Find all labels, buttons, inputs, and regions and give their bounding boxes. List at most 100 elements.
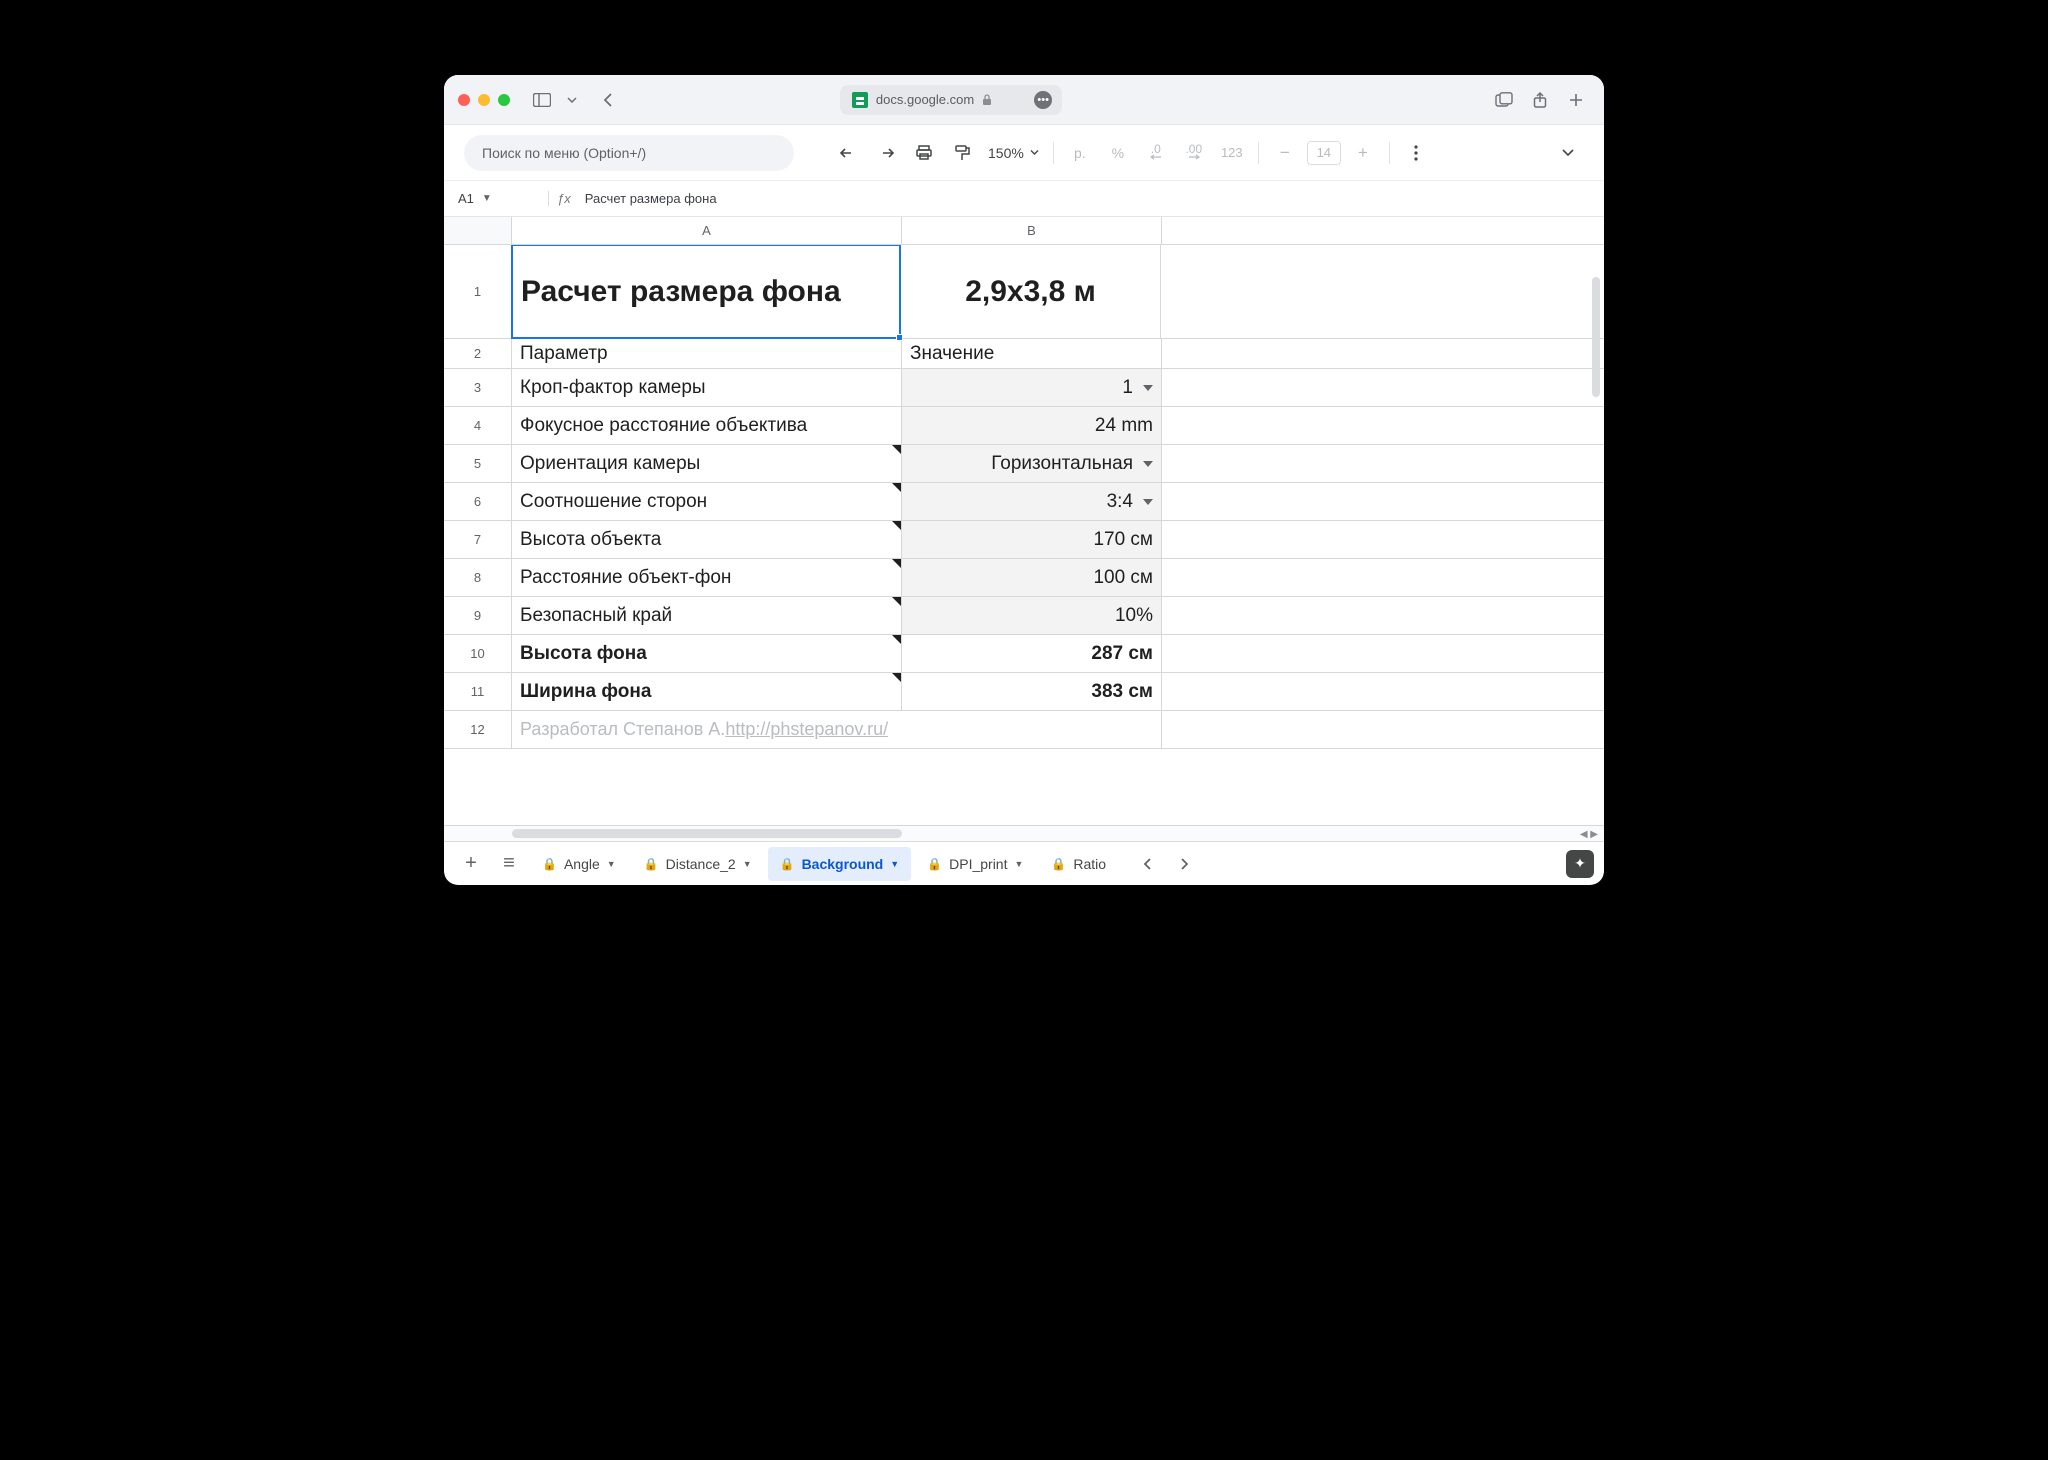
cell-A3[interactable]: Кроп-фактор камеры bbox=[512, 369, 902, 406]
select-all-corner[interactable] bbox=[444, 217, 512, 244]
print-button[interactable] bbox=[908, 137, 940, 169]
cell-B10[interactable]: 287 см bbox=[902, 635, 1162, 672]
row-header[interactable]: 12 bbox=[444, 711, 512, 748]
chevron-down-icon[interactable]: ▼ bbox=[1014, 859, 1023, 869]
new-tab-button[interactable] bbox=[1562, 87, 1590, 113]
sheet-tab-angle[interactable]: 🔒 Angle ▼ bbox=[530, 847, 628, 881]
all-sheets-button[interactable]: ≡ bbox=[492, 847, 526, 881]
column-header-B[interactable]: B bbox=[902, 217, 1162, 244]
cell-A1[interactable]: Расчет размера фона bbox=[511, 245, 901, 339]
row-header[interactable]: 2 bbox=[444, 339, 512, 368]
tabs-overview-icon[interactable] bbox=[1490, 87, 1518, 113]
number-format-button[interactable]: 123 bbox=[1216, 137, 1248, 169]
row-header[interactable]: 1 bbox=[444, 245, 512, 338]
fullscreen-window-button[interactable] bbox=[498, 94, 510, 106]
close-window-button[interactable] bbox=[458, 94, 470, 106]
menu-search[interactable]: Поиск по меню (Option+/) bbox=[464, 135, 794, 171]
cell-B6[interactable]: 3:4 bbox=[902, 483, 1162, 520]
cell-B2[interactable]: Значение bbox=[902, 339, 1162, 368]
cell-A4[interactable]: Фокусное расстояние объектива bbox=[512, 407, 902, 444]
cell-A2[interactable]: Параметр bbox=[512, 339, 902, 368]
chevron-down-icon[interactable]: ▼ bbox=[743, 859, 752, 869]
cell-B4[interactable]: 24 mm bbox=[902, 407, 1162, 444]
increase-decimal-button[interactable]: .00 bbox=[1178, 137, 1210, 169]
vertical-scrollbar[interactable] bbox=[1592, 275, 1602, 807]
row-header[interactable]: 7 bbox=[444, 521, 512, 558]
column-header-A[interactable]: A bbox=[512, 217, 902, 244]
note-indicator-icon[interactable] bbox=[892, 635, 901, 644]
share-icon[interactable] bbox=[1526, 87, 1554, 113]
note-indicator-icon[interactable] bbox=[892, 445, 901, 454]
credit-link[interactable]: http://phstepanov.ru/ bbox=[725, 719, 888, 740]
currency-button[interactable]: р. bbox=[1064, 137, 1096, 169]
percent-button[interactable]: % bbox=[1102, 137, 1134, 169]
chevron-down-icon[interactable]: ▼ bbox=[890, 859, 899, 869]
sheet-tab-background[interactable]: 🔒 Background ▼ bbox=[768, 847, 912, 881]
undo-button[interactable] bbox=[832, 137, 864, 169]
cell-A11[interactable]: Ширина фона bbox=[512, 673, 902, 710]
chevron-down-icon[interactable] bbox=[1143, 385, 1153, 391]
row-header[interactable]: 6 bbox=[444, 483, 512, 520]
sidebar-icon[interactable] bbox=[528, 87, 556, 113]
note-indicator-icon[interactable] bbox=[892, 597, 901, 606]
cell-A7[interactable]: Высота объекта bbox=[512, 521, 902, 558]
font-size-decrease[interactable]: − bbox=[1269, 137, 1301, 169]
scroll-tabs-right[interactable] bbox=[1168, 847, 1202, 881]
more-options-button[interactable] bbox=[1400, 137, 1432, 169]
sheet-tab-ratio[interactable]: 🔒 Ratio bbox=[1039, 847, 1118, 881]
cell-B5[interactable]: Горизонтальная bbox=[902, 445, 1162, 482]
cell-A9[interactable]: Безопасный край bbox=[512, 597, 902, 634]
row-header[interactable]: 9 bbox=[444, 597, 512, 634]
chevron-down-icon[interactable] bbox=[564, 87, 580, 113]
cell-A5[interactable]: Ориентация камеры bbox=[512, 445, 902, 482]
row-header[interactable]: 11 bbox=[444, 673, 512, 710]
google-sheets-icon bbox=[852, 92, 868, 108]
divider bbox=[1053, 142, 1054, 164]
minimize-window-button[interactable] bbox=[478, 94, 490, 106]
selection-handle[interactable] bbox=[896, 334, 903, 341]
chevron-down-icon[interactable] bbox=[1143, 499, 1153, 505]
zoom-selector[interactable]: 150% bbox=[984, 145, 1043, 161]
explore-button[interactable]: ✦ bbox=[1566, 850, 1594, 878]
note-indicator-icon[interactable] bbox=[892, 483, 901, 492]
name-box[interactable]: A1 ▼ bbox=[454, 191, 542, 206]
note-indicator-icon[interactable] bbox=[892, 521, 901, 530]
redo-button[interactable] bbox=[870, 137, 902, 169]
row-header[interactable]: 8 bbox=[444, 559, 512, 596]
scrollbar-thumb[interactable] bbox=[512, 829, 902, 838]
row-header[interactable]: 10 bbox=[444, 635, 512, 672]
cell-A12[interactable]: Разработал Степанов А. http://phstepanov… bbox=[512, 711, 1162, 748]
cell-A10[interactable]: Высота фона bbox=[512, 635, 902, 672]
add-sheet-button[interactable]: + bbox=[454, 847, 488, 881]
paint-format-button[interactable] bbox=[946, 137, 978, 169]
note-indicator-icon[interactable] bbox=[892, 673, 901, 682]
row-header[interactable]: 5 bbox=[444, 445, 512, 482]
formula-content[interactable]: Расчет размера фона bbox=[579, 191, 717, 206]
scrollbar-thumb[interactable] bbox=[1592, 277, 1600, 397]
note-indicator-icon[interactable] bbox=[892, 559, 901, 568]
font-size-increase[interactable]: + bbox=[1347, 137, 1379, 169]
reader-button[interactable]: ••• bbox=[1034, 91, 1052, 109]
chevron-down-icon[interactable]: ▼ bbox=[607, 859, 616, 869]
cell-B8[interactable]: 100 см bbox=[902, 559, 1162, 596]
cell-A8[interactable]: Расстояние объект-фон bbox=[512, 559, 902, 596]
address-bar[interactable]: docs.google.com ••• bbox=[840, 85, 1062, 115]
row-header[interactable]: 3 bbox=[444, 369, 512, 406]
row-header[interactable]: 4 bbox=[444, 407, 512, 444]
chevron-down-icon[interactable] bbox=[1143, 461, 1153, 467]
cell-B1[interactable]: 2,9x3,8 м bbox=[901, 245, 1161, 338]
back-button[interactable] bbox=[594, 87, 622, 113]
cell-B11[interactable]: 383 см bbox=[902, 673, 1162, 710]
sheet-tab-dpi[interactable]: 🔒 DPI_print ▼ bbox=[915, 847, 1035, 881]
scroll-arrows[interactable]: ◀ ▶ bbox=[1580, 826, 1598, 841]
horizontal-scrollbar[interactable]: ◀ ▶ bbox=[444, 825, 1604, 841]
cell-A6[interactable]: Соотношение сторон bbox=[512, 483, 902, 520]
cell-B7[interactable]: 170 см bbox=[902, 521, 1162, 558]
scroll-tabs-left[interactable] bbox=[1130, 847, 1164, 881]
font-size-input[interactable]: 14 bbox=[1307, 141, 1341, 165]
collapse-toolbar-button[interactable] bbox=[1552, 137, 1584, 169]
sheet-tab-distance[interactable]: 🔒 Distance_2 ▼ bbox=[632, 847, 764, 881]
decrease-decimal-button[interactable]: .0 bbox=[1140, 137, 1172, 169]
cell-B3[interactable]: 1 bbox=[902, 369, 1162, 406]
cell-B9[interactable]: 10% bbox=[902, 597, 1162, 634]
